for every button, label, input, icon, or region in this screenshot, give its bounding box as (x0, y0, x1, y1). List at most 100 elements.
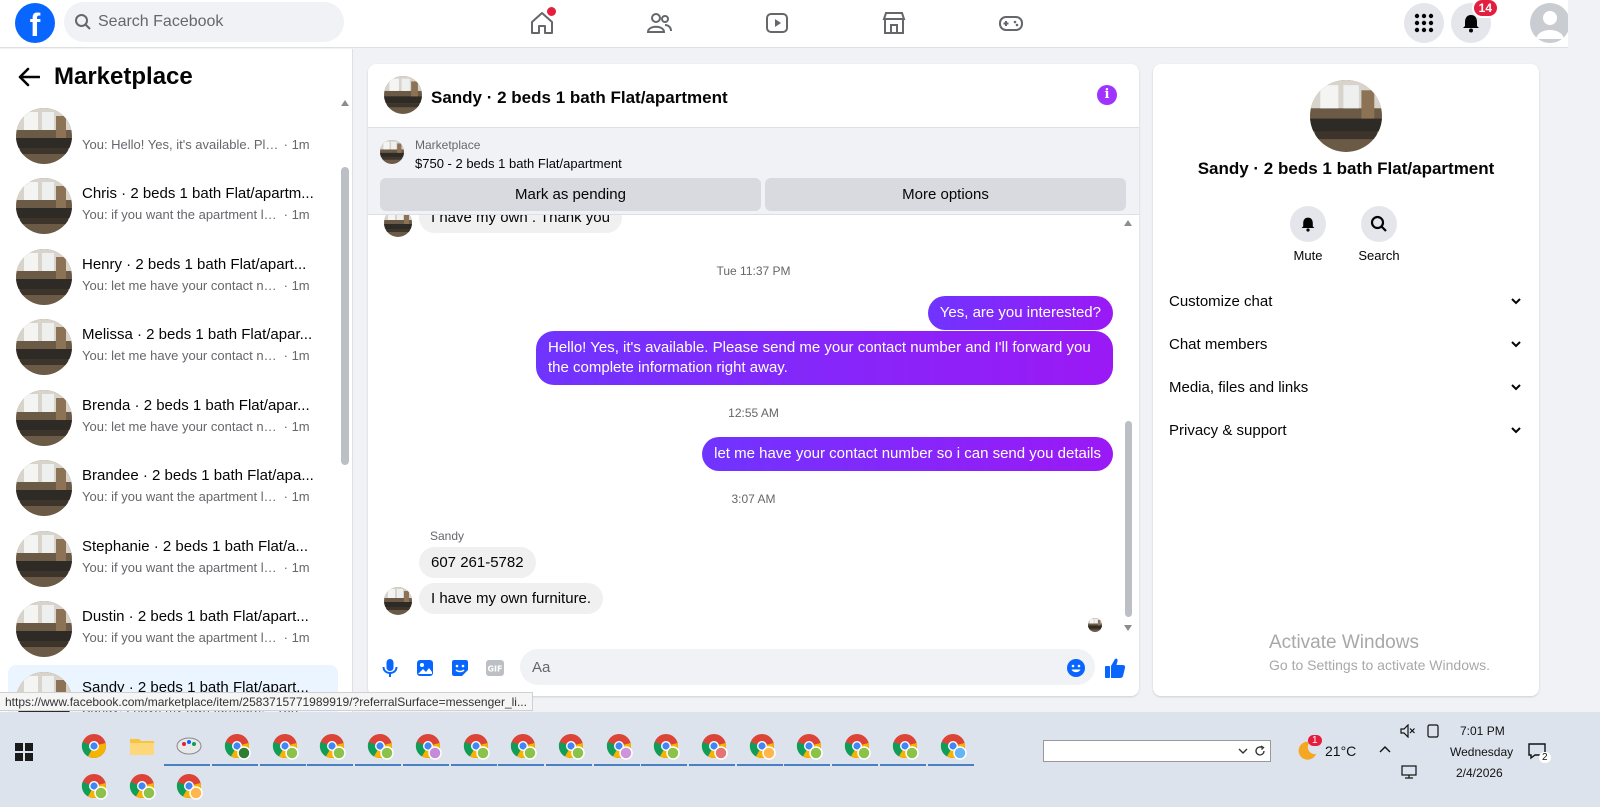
notifications-button[interactable]: 14 (1451, 0, 1499, 43)
video-nav-button[interactable] (762, 8, 792, 38)
info-icon[interactable]: i (1097, 85, 1117, 105)
open-window-indicator (212, 764, 258, 766)
grid-menu-icon (1414, 13, 1434, 33)
gif-button[interactable]: GIF (484, 657, 506, 679)
chrome-window-icon[interactable] (222, 731, 252, 761)
search-action[interactable]: Search (1349, 206, 1409, 263)
sidebar-scrollbar[interactable] (341, 167, 349, 465)
chrome-window-icon[interactable] (461, 731, 491, 761)
chevron-up-icon[interactable] (1379, 745, 1391, 753)
chrome-window-icon[interactable] (604, 731, 634, 761)
windows-start-icon[interactable] (15, 743, 33, 761)
emoji-button[interactable] (1065, 657, 1087, 679)
dropdown-chevron-icon[interactable] (1238, 747, 1248, 755)
temperature[interactable]: 21°C (1325, 743, 1356, 759)
open-window-indicator (402, 764, 449, 766)
clock-date[interactable]: 2/4/2026 (1456, 766, 1503, 780)
conversation-preview: You: if you want the apartment let ... ·… (82, 630, 310, 645)
refresh-icon[interactable] (1254, 745, 1266, 757)
conversation-item[interactable]: Henry · 2 beds 1 bath Flat/apart... You: … (8, 242, 338, 312)
chrome-window-icon[interactable] (794, 731, 824, 761)
chrome-window-icon[interactable] (938, 731, 968, 761)
friends-nav-button[interactable] (644, 8, 674, 38)
conversation-item[interactable]: Chris · 2 beds 1 bath Flat/apartm... You:… (8, 171, 338, 241)
chat-title[interactable]: Sandy · 2 beds 1 bath Flat/apartment (431, 88, 728, 108)
mark-as-pending-button[interactable]: Mark as pending (380, 178, 761, 211)
chrome-window-icon[interactable] (842, 731, 872, 761)
emoji-icon (1067, 659, 1085, 677)
listing-thumbnail[interactable] (380, 140, 404, 164)
network-icon[interactable] (1401, 765, 1417, 779)
scroll-up-arrow[interactable] (1124, 220, 1132, 226)
chrome-window-icon[interactable] (127, 771, 157, 801)
conversation-thumbnail (16, 108, 72, 164)
file-explorer-icon[interactable] (127, 731, 157, 761)
chat-avatar[interactable] (384, 76, 422, 114)
info-section-chat-members[interactable]: Chat members (1169, 330, 1525, 360)
conversation-thumbnail (16, 531, 72, 587)
info-section-media-files-and-links[interactable]: Media, files and links (1169, 373, 1525, 403)
conversation-item[interactable]: Dustin · 2 beds 1 bath Flat/apart... You:… (8, 594, 338, 664)
info-section-privacy-support[interactable]: Privacy & support (1169, 416, 1525, 446)
chrome-window-icon[interactable] (890, 731, 920, 761)
attach-photo-button[interactable] (414, 657, 436, 679)
chrome-window-icon[interactable] (651, 731, 681, 761)
conversation-item[interactable]: Stephanie · 2 beds 1 bath Flat/a... You: … (8, 524, 338, 594)
chrome-window-icon[interactable] (747, 731, 777, 761)
mute-action[interactable]: Mute (1278, 206, 1338, 263)
conversation-info-panel: Sandy · 2 beds 1 bath Flat/apartment Mut… (1153, 64, 1539, 696)
scroll-down-arrow[interactable] (1124, 625, 1132, 631)
page-scrollbar[interactable] (1568, 0, 1600, 712)
home-nav-button[interactable] (527, 7, 557, 38)
contact-name: Sandy · 2 beds 1 bath Flat/apartment (1197, 159, 1495, 178)
menu-button[interactable] (1404, 3, 1444, 43)
clock-day[interactable]: Wednesday (1450, 745, 1513, 759)
back-arrow-icon[interactable] (18, 67, 40, 87)
paint-app-icon[interactable] (174, 731, 204, 761)
chrome-window-icon[interactable] (317, 731, 347, 761)
chrome-window-icon[interactable] (413, 731, 443, 761)
like-button[interactable] (1104, 657, 1126, 679)
chrome-window-icon[interactable] (79, 771, 109, 801)
chrome-window-icon[interactable] (174, 771, 204, 801)
more-options-button[interactable]: More options (765, 178, 1126, 211)
message-thread: I have my own . Thank you Tue 11:37 PM Y… (368, 215, 1139, 640)
search-in-conversation-button[interactable] (1361, 206, 1397, 242)
taskbar-address-box[interactable] (1043, 740, 1271, 762)
info-section-customize-chat[interactable]: Customize chat (1169, 287, 1525, 317)
marketplace-nav-button[interactable] (879, 8, 909, 38)
chat-scrollbar[interactable] (1125, 421, 1132, 617)
outgoing-message: Hello! Yes, it's available. Please send … (536, 331, 1113, 385)
gaming-nav-button[interactable] (996, 8, 1026, 38)
chrome-window-icon[interactable] (508, 731, 538, 761)
search-input[interactable] (98, 2, 328, 42)
voice-clip-button[interactable] (379, 657, 401, 679)
listing-title[interactable]: $750 - 2 beds 1 bath Flat/apartment (415, 156, 622, 171)
conversation-item[interactable]: Brenda · 2 beds 1 bath Flat/apar... You: … (8, 383, 338, 453)
mute-button[interactable] (1290, 206, 1326, 242)
scroll-up-arrow[interactable] (341, 100, 349, 106)
conversation-item[interactable]: You: Hello! Yes, it's available. Pleas..… (8, 101, 338, 171)
microphone-icon (382, 659, 398, 677)
speaker-muted-icon[interactable] (1400, 724, 1416, 738)
chrome-window-icon[interactable] (556, 731, 586, 761)
chevron-down-icon (1511, 298, 1521, 305)
account-avatar[interactable] (1530, 3, 1570, 43)
tablet-icon[interactable] (1426, 724, 1440, 738)
sticker-button[interactable] (449, 657, 471, 679)
conversation-item[interactable]: Brandee · 2 beds 1 bath Flat/apa... You: … (8, 453, 338, 523)
clock-time[interactable]: 7:01 PM (1460, 724, 1505, 738)
chat-window: Sandy · 2 beds 1 bath Flat/apartment i M… (368, 64, 1139, 696)
chrome-window-icon[interactable] (270, 731, 300, 761)
contact-avatar-large[interactable] (1310, 80, 1382, 152)
search-icon (1370, 215, 1387, 232)
search-box[interactable] (64, 2, 344, 42)
chrome-window-icon[interactable] (79, 731, 109, 761)
chrome-window-icon[interactable] (699, 731, 729, 761)
conversation-item[interactable]: Melissa · 2 beds 1 bath Flat/apar... You:… (8, 312, 338, 382)
conversation-thumbnail (16, 601, 72, 657)
chrome-window-icon[interactable] (365, 731, 395, 761)
marketplace-icon (882, 12, 906, 34)
message-input[interactable] (520, 649, 1095, 685)
facebook-logo-icon[interactable]: f (15, 3, 55, 43)
